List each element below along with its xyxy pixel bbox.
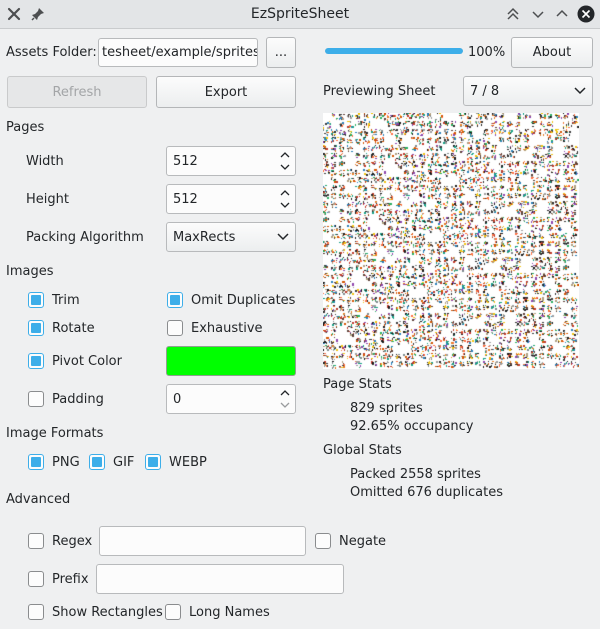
- width-label: Width: [26, 154, 64, 169]
- long-names-check[interactable]: [165, 604, 181, 620]
- packing-algorithm-value: MaxRects: [173, 229, 236, 245]
- refresh-button[interactable]: Refresh: [7, 76, 147, 108]
- rotate-check[interactable]: [28, 320, 44, 336]
- chevron-up-icon[interactable]: [280, 390, 290, 396]
- advanced-heading: Advanced: [6, 492, 71, 507]
- gif-checkbox[interactable]: GIF: [89, 454, 134, 470]
- gif-label: GIF: [113, 454, 135, 470]
- pivot-color-check[interactable]: [28, 353, 44, 369]
- page-stats-sprites: 829 sprites: [350, 401, 423, 416]
- prefix-input[interactable]: [96, 564, 344, 594]
- rotate-checkbox[interactable]: Rotate: [28, 320, 95, 336]
- regex-checkbox[interactable]: Regex: [28, 533, 92, 549]
- chevron-down-icon: [574, 87, 586, 95]
- image-formats-heading: Image Formats: [6, 426, 104, 441]
- padding-spinbox[interactable]: 0: [166, 384, 296, 414]
- webp-check[interactable]: [145, 454, 161, 470]
- browse-button[interactable]: ...: [266, 37, 296, 68]
- chevron-up-icon[interactable]: [280, 190, 290, 196]
- padding-label: Padding: [52, 391, 104, 407]
- rotate-label: Rotate: [52, 320, 95, 336]
- png-checkbox[interactable]: PNG: [28, 454, 80, 470]
- long-names-label: Long Names: [189, 604, 270, 620]
- prefix-label: Prefix: [52, 571, 89, 587]
- height-stepper[interactable]: [278, 187, 292, 211]
- progress-bar: [325, 48, 463, 54]
- sprite-sheet-image: [323, 113, 579, 369]
- export-button[interactable]: Export: [156, 76, 296, 108]
- pages-heading: Pages: [6, 120, 45, 135]
- prefix-check[interactable]: [28, 571, 44, 587]
- page-stats-occupancy: 92.65% occupancy: [350, 419, 474, 434]
- chevron-down-icon[interactable]: [280, 164, 290, 170]
- chevron-down-icon: [277, 233, 289, 241]
- exhaustive-check[interactable]: [167, 320, 183, 336]
- chevron-up-icon[interactable]: [280, 152, 290, 158]
- regex-label: Regex: [52, 533, 93, 549]
- trim-label: Trim: [52, 292, 80, 308]
- packing-algorithm-select[interactable]: MaxRects: [166, 222, 296, 252]
- show-rectangles-label: Show Rectangles: [52, 604, 163, 620]
- previewing-sheet-label: Previewing Sheet: [323, 84, 436, 99]
- height-spinbox[interactable]: 512: [166, 184, 296, 214]
- close-icon[interactable]: [576, 4, 596, 24]
- gif-check[interactable]: [89, 454, 105, 470]
- show-rectangles-check[interactable]: [28, 604, 44, 620]
- png-check[interactable]: [28, 454, 44, 470]
- regex-input[interactable]: [99, 526, 306, 556]
- assets-folder-input[interactable]: tesheet/example/sprites: [98, 38, 258, 67]
- exhaustive-checkbox[interactable]: Exhaustive: [167, 320, 263, 336]
- pivot-color-swatch[interactable]: [166, 346, 296, 376]
- padding-checkbox[interactable]: Padding: [28, 391, 104, 407]
- pivot-color-checkbox[interactable]: Pivot Color: [28, 353, 122, 369]
- padding-check[interactable]: [28, 391, 44, 407]
- negate-checkbox[interactable]: Negate: [315, 533, 386, 549]
- prefix-checkbox[interactable]: Prefix: [28, 571, 89, 587]
- trim-check[interactable]: [28, 292, 44, 308]
- regex-check[interactable]: [28, 533, 44, 549]
- sheet-select-value: 7 / 8: [470, 83, 500, 99]
- omit-duplicates-checkbox[interactable]: Omit Duplicates: [167, 292, 295, 308]
- sheet-select[interactable]: 7 / 8: [463, 76, 593, 106]
- height-label: Height: [26, 192, 69, 207]
- negate-label: Negate: [339, 533, 387, 549]
- assets-folder-label: Assets Folder:: [6, 45, 97, 60]
- global-stats-omitted: Omitted 676 duplicates: [350, 485, 503, 500]
- chevron-down-icon[interactable]: [280, 202, 290, 208]
- padding-value: 0: [173, 391, 182, 407]
- long-names-checkbox[interactable]: Long Names: [165, 604, 270, 620]
- width-value: 512: [173, 153, 198, 169]
- about-button[interactable]: About: [511, 37, 593, 68]
- title-bar: EzSpriteSheet: [0, 0, 600, 29]
- padding-stepper[interactable]: [278, 387, 292, 411]
- assets-folder-value: tesheet/example/sprites: [102, 45, 258, 60]
- trim-checkbox[interactable]: Trim: [28, 292, 80, 308]
- chevron-down-icon[interactable]: [280, 402, 290, 408]
- progress-text: 100%: [468, 45, 506, 60]
- maximize-icon[interactable]: [552, 4, 572, 24]
- png-label: PNG: [52, 454, 80, 470]
- width-spinbox[interactable]: 512: [166, 146, 296, 176]
- exhaustive-label: Exhaustive: [191, 320, 263, 336]
- height-value: 512: [173, 191, 198, 207]
- width-stepper[interactable]: [278, 149, 292, 173]
- omit-duplicates-label: Omit Duplicates: [191, 292, 296, 308]
- minimize-icon[interactable]: [528, 4, 548, 24]
- global-stats-packed: Packed 2558 sprites: [350, 467, 481, 482]
- global-stats-heading: Global Stats: [323, 443, 402, 458]
- webp-label: WEBP: [169, 454, 207, 470]
- keep-above-icon[interactable]: [503, 4, 523, 24]
- omit-duplicates-check[interactable]: [167, 292, 183, 308]
- progress-fill: [325, 48, 463, 54]
- pivot-color-label: Pivot Color: [52, 353, 122, 369]
- webp-checkbox[interactable]: WEBP: [145, 454, 207, 470]
- sprite-sheet-preview: [323, 113, 579, 369]
- packing-algorithm-label: Packing Algorithm: [26, 230, 144, 245]
- negate-check[interactable]: [315, 533, 331, 549]
- images-heading: Images: [6, 264, 54, 279]
- page-stats-heading: Page Stats: [323, 377, 392, 392]
- show-rectangles-checkbox[interactable]: Show Rectangles: [28, 604, 163, 620]
